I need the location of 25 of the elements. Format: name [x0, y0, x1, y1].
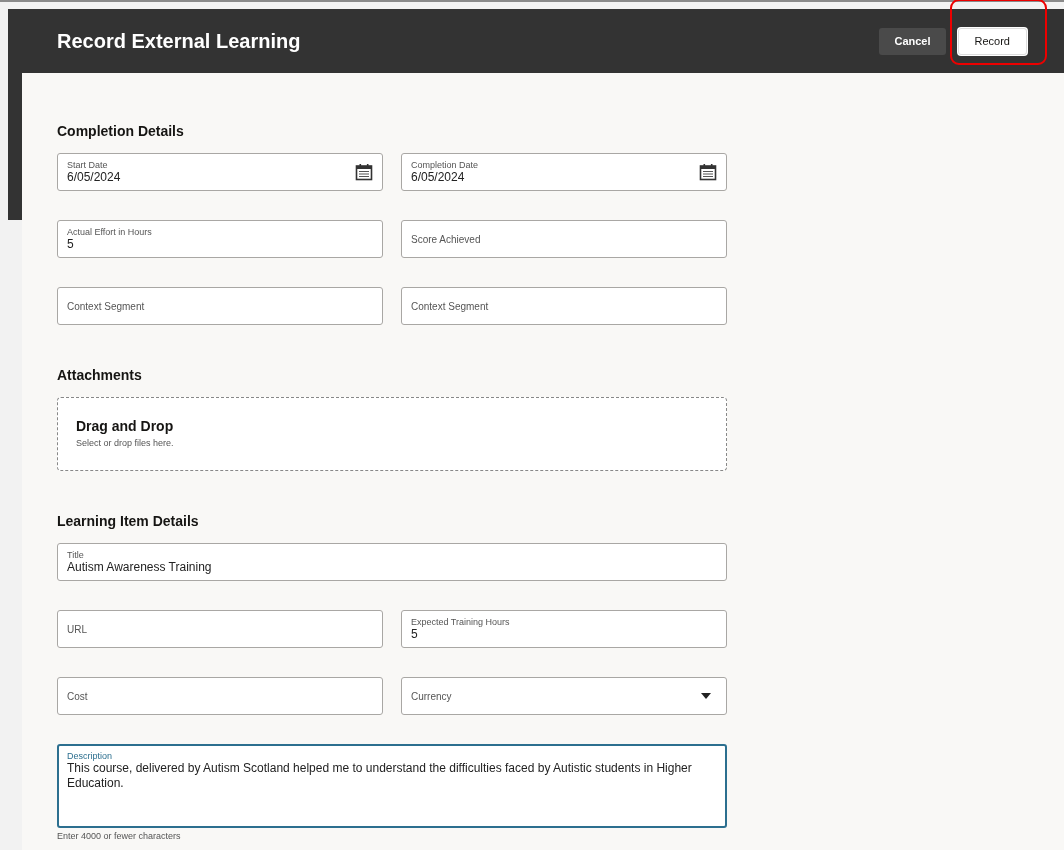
drop-zone-title: Drag and Drop — [76, 418, 175, 434]
section-heading: Attachments — [57, 367, 143, 383]
input-field[interactable]: Cost — [57, 677, 383, 715]
text-area[interactable]: Description This course, delivered by Autism Scotland helped me to understand the difficulties faced by Autistic students in Higher Education. — [57, 744, 727, 828]
page-title: Record External Learning — [57, 29, 301, 53]
dropdown-field[interactable]: Currency — [401, 677, 727, 715]
section-heading: Learning Item Details — [57, 513, 200, 529]
input-field[interactable]: Score Achieved — [401, 220, 727, 258]
section-heading: Completion Details — [57, 123, 185, 139]
input-field[interactable]: URL — [57, 610, 383, 648]
input-field[interactable]: Context Segment — [401, 287, 727, 325]
helper-text: Enter 4000 or fewer characters — [57, 831, 182, 841]
drop-zone[interactable]: Drag and Drop Select or drop files here. — [57, 397, 727, 471]
input-field[interactable]: Actual Effort in Hours 5 — [57, 220, 383, 258]
input-field[interactable]: Context Segment — [57, 287, 383, 325]
input-field[interactable]: Completion Date 6/05/2024 — [401, 153, 727, 191]
caret-down-icon[interactable] — [701, 693, 711, 699]
drop-zone-hint: Select or drop files here. — [76, 438, 175, 448]
input-field[interactable]: Title Autism Awareness Training — [57, 543, 727, 581]
cancel-button[interactable]: Cancel — [879, 27, 946, 55]
calendar-icon[interactable] — [699, 163, 717, 181]
calendar-icon[interactable] — [355, 163, 373, 181]
record-button[interactable]: Record — [957, 27, 1027, 55]
input-field[interactable]: Start Date 6/05/2024 — [57, 153, 383, 191]
input-field[interactable]: Expected Training Hours 5 — [401, 610, 727, 648]
